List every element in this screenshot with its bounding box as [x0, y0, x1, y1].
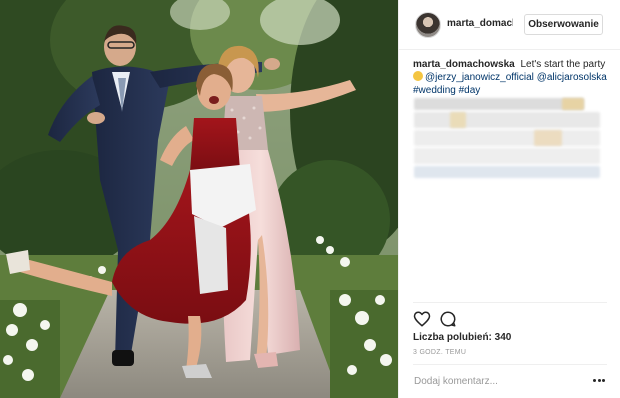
- emoji-icon: [413, 71, 423, 81]
- post-side-panel: marta_domachowska Obserwowanie marta_dom…: [398, 0, 620, 398]
- wedding-party-photo: [0, 0, 398, 398]
- caption-text: Let's start the party: [520, 59, 606, 70]
- hashtag-link[interactable]: #day: [459, 85, 481, 96]
- post-header: marta_domachowska Obserwowanie: [399, 0, 620, 50]
- divider: [413, 302, 607, 303]
- header-username[interactable]: marta_domachowska: [447, 18, 513, 29]
- post-actions: [413, 310, 473, 328]
- hashtag-link[interactable]: #wedding: [413, 85, 456, 96]
- following-button[interactable]: Obserwowanie: [524, 14, 603, 35]
- post-caption: marta_domachowska Let's start the party …: [413, 58, 609, 97]
- mention-link[interactable]: @jerzy_janowicz_official: [425, 72, 534, 83]
- comment-bubble-icon[interactable]: [439, 310, 457, 328]
- divider: [413, 364, 607, 365]
- post-timestamp: 3 GODZ. TEMU: [413, 349, 467, 356]
- post-photo[interactable]: [0, 0, 398, 398]
- avatar[interactable]: [415, 12, 441, 38]
- mention-link[interactable]: @alicjarosolska: [537, 72, 607, 83]
- more-dots-icon[interactable]: [593, 378, 605, 384]
- caption-author[interactable]: marta_domachowska: [413, 59, 515, 70]
- likes-count[interactable]: Liczba polubień: 340: [413, 332, 511, 343]
- comment-input[interactable]: [414, 372, 564, 390]
- blurred-comments: [414, 98, 600, 178]
- heart-icon[interactable]: [413, 310, 431, 328]
- instagram-post: marta_domachowska Obserwowanie marta_dom…: [0, 0, 620, 398]
